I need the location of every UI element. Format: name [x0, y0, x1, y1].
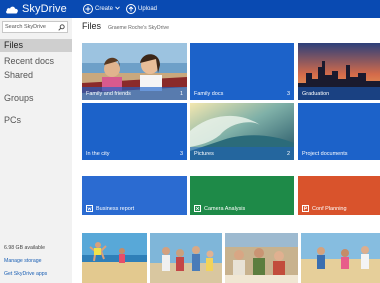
folder-name: Project documents	[302, 151, 348, 157]
doc-name: Business report	[96, 206, 135, 212]
sidebar: Search SkyDrive Files Recent docs Shared…	[0, 18, 72, 283]
folder-tile-in-the-city[interactable]: In the city 3	[82, 103, 187, 160]
create-label: Create	[95, 6, 114, 12]
photo-tile-family-group[interactable]	[150, 233, 222, 283]
photo-tile-beach-people[interactable]	[301, 233, 380, 283]
search-box[interactable]: Search SkyDrive	[2, 21, 68, 33]
sidebar-item-groups[interactable]: Groups	[0, 92, 72, 105]
cloud-icon	[6, 6, 18, 13]
plus-icon	[83, 4, 93, 14]
picnic-photo	[225, 233, 298, 283]
top-bar: SkyDrive Create Upload	[0, 0, 380, 18]
sidebar-item-pcs[interactable]: PCs	[0, 114, 72, 127]
sidebar-item-files[interactable]: Files	[0, 39, 72, 52]
folder-name: Pictures	[194, 151, 214, 157]
doc-name: Conf Planning	[312, 206, 347, 212]
search-icon[interactable]	[58, 24, 65, 31]
chevron-down-icon	[115, 6, 120, 12]
folder-tile-project-documents[interactable]: Project documents	[298, 103, 380, 160]
folder-name: Graduation	[302, 91, 330, 97]
beach-photo	[82, 233, 147, 283]
app-name: SkyDrive	[22, 3, 67, 15]
sidebar-item-shared[interactable]: Shared	[0, 69, 72, 82]
doc-name: Camera Analysis	[204, 206, 246, 212]
word-doc-icon	[86, 205, 93, 212]
doc-tile-business-report[interactable]: Business report	[82, 176, 187, 215]
skydrive-logo[interactable]: SkyDrive	[5, 2, 67, 16]
photo-tile-beach-jumping[interactable]	[82, 233, 147, 283]
search-input[interactable]: Search SkyDrive	[5, 24, 46, 30]
beach-people-photo	[301, 233, 380, 283]
doc-tile-conf-planning[interactable]: Conf Planning	[298, 176, 380, 215]
folder-tile-family-docs[interactable]: Family docs 3	[190, 43, 294, 100]
upload-button[interactable]: Upload	[126, 3, 157, 15]
folder-tile-pictures[interactable]: Pictures 2	[190, 103, 294, 160]
photo-tile-picnic-group[interactable]	[225, 233, 298, 283]
folder-tile-graduation[interactable]: Graduation	[298, 43, 380, 100]
folder-count: 2	[286, 151, 290, 157]
upload-icon	[126, 4, 136, 14]
folder-count: 1	[179, 91, 183, 97]
page-title: Files	[82, 21, 102, 31]
folder-count: 3	[286, 91, 290, 97]
folder-name: Family docs	[194, 91, 224, 97]
upload-label: Upload	[138, 6, 158, 12]
storage-available: 6.98 GB available	[4, 245, 45, 251]
breadcrumb[interactable]: Graeme Roche's SkyDrive	[108, 25, 169, 31]
get-apps-link[interactable]: Get SkyDrive apps	[4, 271, 47, 277]
sidebar-item-recent-docs[interactable]: Recent docs	[0, 55, 72, 68]
folder-tile-family-and-friends[interactable]: Family and friends 1	[82, 43, 187, 100]
excel-doc-icon	[194, 205, 201, 212]
powerpoint-doc-icon	[302, 205, 309, 212]
folder-name: Family and friends	[86, 91, 131, 97]
folder-name: In the city	[86, 151, 110, 157]
doc-tile-camera-analysis[interactable]: Camera Analysis	[190, 176, 294, 215]
folder-count: 3	[179, 151, 183, 157]
create-button[interactable]: Create	[83, 3, 120, 15]
family-photo	[150, 233, 222, 283]
manage-storage-link[interactable]: Manage storage	[4, 258, 42, 264]
